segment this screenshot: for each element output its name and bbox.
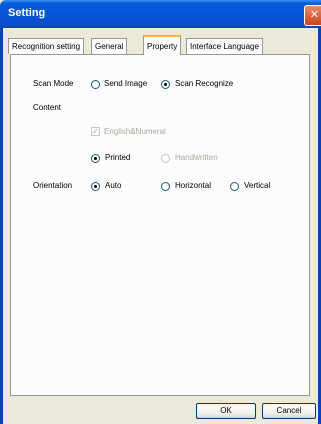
- tab-property[interactable]: Property: [143, 35, 182, 55]
- tab-label: Property: [147, 42, 178, 51]
- tab-label: Recognition setting: [12, 42, 81, 51]
- cancel-button[interactable]: Cancel: [262, 403, 316, 419]
- scan-recognize-radio[interactable]: [161, 80, 170, 89]
- send-image-label[interactable]: Send Image: [104, 79, 147, 88]
- title-bar[interactable]: Setting: [0, 0, 321, 28]
- ok-label: OK: [220, 406, 232, 415]
- handwritten-radio[interactable]: [161, 154, 170, 163]
- scan-recognize-label[interactable]: Scan Recognize: [175, 79, 233, 88]
- printed-radio[interactable]: [91, 154, 100, 163]
- tab-label: General: [95, 42, 124, 51]
- vertical-radio[interactable]: [230, 182, 239, 191]
- orientation-label: Orientation: [33, 181, 73, 190]
- tab-interface-language[interactable]: Interface Language: [186, 38, 263, 54]
- close-icon: ✕: [309, 8, 320, 21]
- ok-button[interactable]: OK: [196, 403, 256, 419]
- horizontal-radio[interactable]: [161, 182, 170, 191]
- send-image-radio[interactable]: [91, 80, 100, 89]
- check-icon: ✓: [92, 127, 99, 136]
- english-numeral-label: English&Numeral: [104, 127, 166, 136]
- handwritten-label: Handwritten: [175, 153, 218, 162]
- scan-mode-label: Scan Mode: [33, 79, 74, 88]
- tab-label: Interface Language: [190, 42, 259, 51]
- tab-general[interactable]: General: [91, 38, 128, 54]
- english-numeral-checkbox[interactable]: ✓: [91, 127, 100, 136]
- horizontal-label[interactable]: Horizontal: [175, 181, 211, 190]
- tab-recognition-setting[interactable]: Recognition setting: [8, 38, 85, 54]
- auto-radio[interactable]: [91, 182, 100, 191]
- content-label: Content: [33, 103, 62, 112]
- window-frame-left: [0, 28, 3, 424]
- window-title: Setting: [8, 7, 46, 19]
- close-button[interactable]: ✕: [304, 5, 321, 26]
- cancel-label: Cancel: [276, 406, 302, 415]
- printed-label[interactable]: Printed: [105, 153, 130, 162]
- auto-label[interactable]: Auto: [105, 181, 121, 190]
- vertical-label[interactable]: Vertical: [244, 181, 270, 190]
